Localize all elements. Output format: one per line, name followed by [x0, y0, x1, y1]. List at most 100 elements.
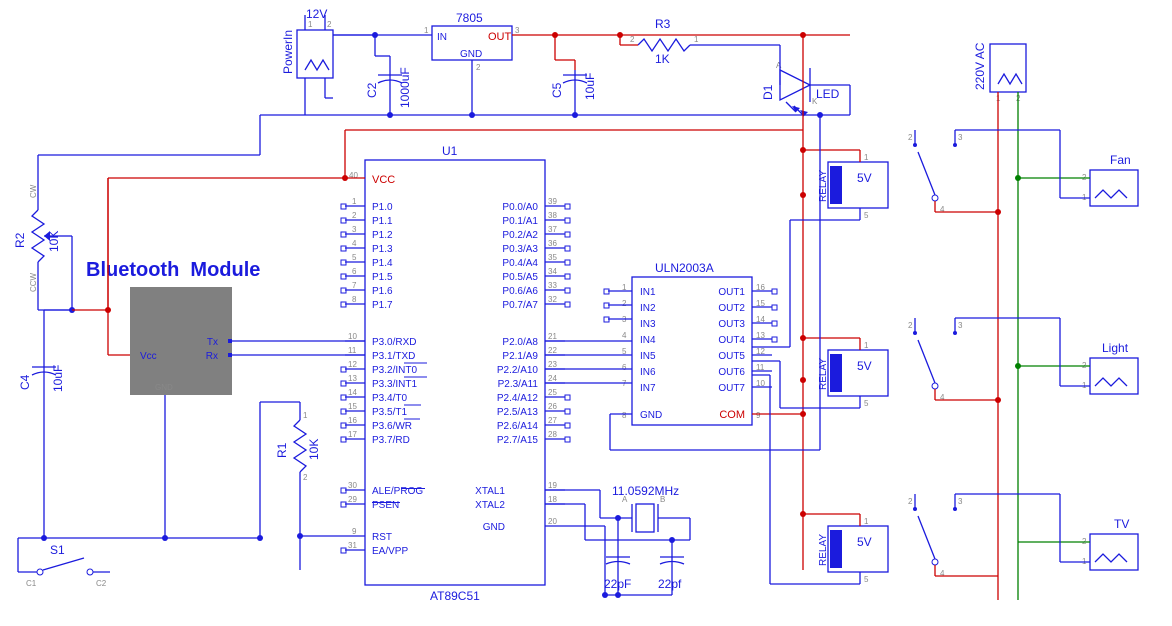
u1-port1: P1.01P1.12P1.23P1.34P1.45P1.56P1.67P1.78	[341, 197, 393, 311]
pot-r2: R2 10K CW CCW	[13, 184, 61, 292]
svg-text:Rx: Rx	[206, 351, 218, 362]
svg-text:17: 17	[348, 430, 357, 439]
svg-text:8: 8	[622, 411, 627, 420]
svg-text:P1.2: P1.2	[372, 230, 393, 241]
svg-text:Light: Light	[1102, 341, 1129, 355]
svg-text:P2.6/A14: P2.6/A14	[497, 421, 539, 432]
svg-text:34: 34	[548, 267, 557, 276]
svg-text:1: 1	[308, 20, 313, 29]
svg-text:OUT4: OUT4	[718, 335, 745, 346]
svg-text:PowerIn: PowerIn	[281, 30, 295, 74]
svg-text:P0.1/A1: P0.1/A1	[502, 216, 538, 227]
cap-c5: C5 10uF	[550, 70, 597, 100]
svg-text:CW: CW	[29, 184, 38, 198]
relay-1: RELAY 5V 1 5 2 3 4	[818, 130, 963, 220]
svg-text:B: B	[660, 495, 665, 504]
svg-text:OUT3: OUT3	[718, 319, 745, 330]
svg-text:P1.7: P1.7	[372, 300, 393, 311]
svg-text:Vcc: Vcc	[140, 351, 157, 362]
svg-text:R1: R1	[275, 442, 289, 458]
u1-ale-psen: ALE/PROG PSEN 30 29	[341, 481, 425, 511]
svg-text:1: 1	[864, 517, 869, 526]
svg-text:P3.2/INT0: P3.2/INT0	[372, 365, 417, 376]
svg-text:P2.1/A9: P2.1/A9	[502, 351, 538, 362]
svg-text:C1: C1	[26, 579, 37, 588]
svg-text:37: 37	[548, 225, 557, 234]
svg-text:3: 3	[958, 133, 963, 142]
load-fan: Fan 21	[1082, 153, 1138, 206]
svg-text:28: 28	[548, 430, 557, 439]
svg-text:2: 2	[352, 211, 357, 220]
svg-text:P3.4/T0: P3.4/T0	[372, 393, 407, 404]
svg-text:5: 5	[864, 211, 869, 220]
svg-text:2: 2	[630, 35, 635, 44]
voltage-regulator: 7805 IN OUT GND 1 3 2	[424, 11, 520, 115]
svg-text:18: 18	[548, 495, 557, 504]
svg-text:P0.0/A0: P0.0/A0	[502, 202, 538, 213]
svg-text:4: 4	[940, 569, 945, 578]
svg-text:P1.0: P1.0	[372, 202, 393, 213]
svg-text:1: 1	[352, 197, 357, 206]
svg-text:220V AC: 220V AC	[973, 42, 987, 90]
svg-text:5V: 5V	[857, 535, 872, 549]
svg-text:4: 4	[352, 239, 357, 248]
svg-text:15: 15	[348, 402, 357, 411]
svg-text:GND: GND	[460, 49, 482, 60]
svg-text:5V: 5V	[857, 171, 872, 185]
svg-text:20: 20	[548, 517, 557, 526]
svg-text:TV: TV	[1114, 517, 1129, 531]
switch-s1: S1 C1 C2	[26, 543, 107, 588]
svg-text:XTAL1: XTAL1	[475, 486, 505, 497]
svg-text:GND: GND	[155, 383, 173, 392]
svg-text:9: 9	[352, 527, 357, 536]
cap-c2: C2 1000uF	[365, 67, 412, 108]
u1-rst-ea: RST EA/VPP 9 31	[341, 527, 408, 557]
svg-text:33: 33	[548, 281, 557, 290]
svg-text:P3.1/TXD: P3.1/TXD	[372, 351, 415, 362]
svg-text:5V: 5V	[857, 359, 872, 373]
bluetooth-module: Bluetooth Module Vcc Tx Rx GND	[86, 259, 260, 395]
svg-text:19: 19	[548, 481, 557, 490]
svg-text:P2.5/A13: P2.5/A13	[497, 407, 539, 418]
uln2003a: ULN2003A IN1OUT1116IN2OUT2215IN3OUT3314I…	[610, 261, 803, 425]
svg-text:IN: IN	[437, 32, 447, 43]
svg-text:P0.5/A5: P0.5/A5	[502, 272, 538, 283]
svg-text:EA/VPP: EA/VPP	[372, 546, 408, 557]
svg-text:22pf: 22pf	[658, 577, 682, 591]
svg-text:P0.2/A2: P0.2/A2	[502, 230, 538, 241]
svg-text:9: 9	[756, 411, 761, 420]
svg-text:R2: R2	[13, 232, 27, 248]
svg-text:C2: C2	[365, 82, 379, 98]
resistor-r1: R1 10K 1 2	[275, 411, 321, 482]
svg-text:26: 26	[548, 402, 557, 411]
svg-text:1: 1	[864, 341, 869, 350]
svg-text:P3.0/RXD: P3.0/RXD	[372, 337, 416, 348]
load-light: Light 21	[1082, 341, 1138, 394]
svg-text:P2.2/A10: P2.2/A10	[497, 365, 539, 376]
svg-text:4: 4	[622, 331, 627, 340]
svg-text:IN1: IN1	[640, 287, 656, 298]
svg-text:P2.7/A15: P2.7/A15	[497, 435, 539, 446]
svg-text:3: 3	[515, 26, 520, 35]
svg-text:2: 2	[622, 299, 627, 308]
relay-2: RELAY 5V 1 5 2 3 4	[818, 318, 963, 408]
svg-text:VCC: VCC	[372, 174, 395, 186]
svg-text:P3.3/INT1: P3.3/INT1	[372, 379, 417, 390]
svg-text:C5: C5	[550, 82, 564, 98]
svg-text:13: 13	[348, 374, 357, 383]
u1-port3: P3.0/RXD10P3.1/TXD11P3.2/INT012P3.3/INT1…	[341, 332, 427, 446]
svg-text:RELAY: RELAY	[818, 534, 829, 566]
svg-text:22: 22	[548, 346, 557, 355]
u1-port0: P0.0/A039P0.1/A138P0.2/A237P0.3/A336P0.4…	[502, 197, 570, 311]
svg-text:C4: C4	[18, 374, 32, 390]
svg-text:P2.4/A12: P2.4/A12	[497, 393, 539, 404]
svg-text:38: 38	[548, 211, 557, 220]
svg-text:1000uF: 1000uF	[398, 67, 412, 108]
svg-text:27: 27	[548, 416, 557, 425]
svg-text:7805: 7805	[456, 11, 483, 25]
cap-c4: C4 10uF	[18, 362, 65, 392]
svg-text:OUT: OUT	[488, 31, 512, 43]
svg-text:P1.5: P1.5	[372, 272, 393, 283]
svg-text:P0.7/A7: P0.7/A7	[502, 300, 538, 311]
svg-text:OUT2: OUT2	[718, 303, 745, 314]
